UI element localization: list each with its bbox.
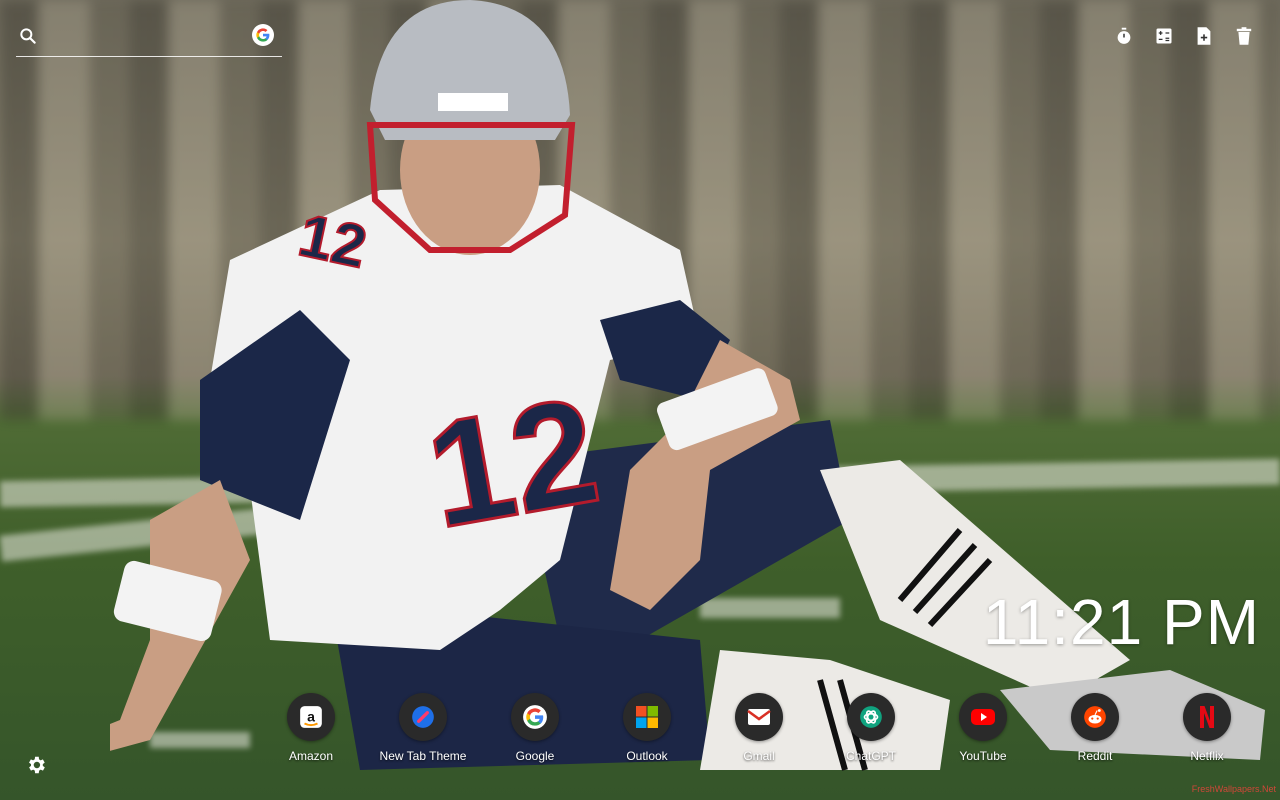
shortcut-google[interactable]: Google: [479, 693, 591, 763]
new-tab-theme-icon: [399, 693, 447, 741]
chatgpt-icon: [847, 693, 895, 741]
svg-text:a: a: [307, 708, 315, 724]
gear-icon[interactable]: [25, 754, 47, 776]
svg-text:12: 12: [416, 365, 609, 559]
shortcut-label: Google: [515, 749, 555, 763]
shortcut-netflix[interactable]: Netflix: [1151, 693, 1263, 763]
wallpaper-background: 12 12: [0, 0, 1280, 800]
shortcut-label: Reddit: [1077, 749, 1113, 763]
calculator-icon[interactable]: [1154, 24, 1174, 48]
search-icon[interactable]: [18, 26, 38, 51]
add-note-icon[interactable]: [1194, 24, 1214, 48]
football-player-image: 12 12: [110, 0, 1265, 771]
shortcut-youtube[interactable]: YouTube: [927, 693, 1039, 763]
shortcut-label: Netflix: [1190, 749, 1224, 763]
google-g-icon[interactable]: [252, 24, 274, 46]
gmail-icon: [735, 693, 783, 741]
shortcut-new-tab-theme[interactable]: New Tab Theme: [367, 693, 479, 763]
stopwatch-icon[interactable]: [1114, 24, 1134, 48]
shortcut-amazon[interactable]: a Amazon: [255, 693, 367, 763]
search-input[interactable]: [46, 24, 250, 52]
windows-logo-icon: [623, 693, 671, 741]
clock-time: 11:21 PM: [982, 586, 1260, 658]
shortcut-chatgpt[interactable]: ChatGPT: [815, 693, 927, 763]
shortcut-label: New Tab Theme: [379, 749, 467, 763]
trash-icon[interactable]: [1234, 24, 1254, 48]
reddit-icon: [1071, 693, 1119, 741]
youtube-icon: [959, 693, 1007, 741]
top-toolbar: [1114, 24, 1254, 48]
shortcut-reddit[interactable]: Reddit: [1039, 693, 1151, 763]
shortcut-label: YouTube: [959, 749, 1007, 763]
shortcut-dock: a Amazon New Tab Theme Google Outlook Gm: [255, 693, 1263, 763]
shortcut-label: Amazon: [288, 749, 334, 763]
netflix-icon: [1183, 693, 1231, 741]
google-icon: [511, 693, 559, 741]
shortcut-label: Gmail: [743, 749, 775, 763]
svg-text:12: 12: [293, 201, 372, 280]
shortcut-outlook[interactable]: Outlook: [591, 693, 703, 763]
watermark-text: FreshWallpapers.Net: [1191, 784, 1276, 794]
shortcut-gmail[interactable]: Gmail: [703, 693, 815, 763]
shortcut-label: ChatGPT: [845, 749, 896, 763]
shortcut-label: Outlook: [626, 749, 668, 763]
search-bar: [16, 22, 282, 57]
amazon-icon: a: [287, 693, 335, 741]
